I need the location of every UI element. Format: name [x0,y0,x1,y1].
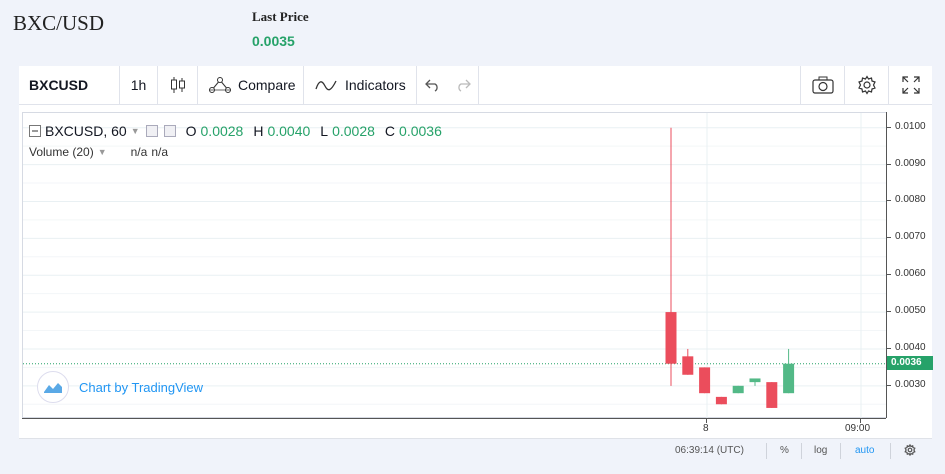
price-tick-mark [887,311,891,313]
time-tick-label: 8 [703,423,709,434]
legend-high-key: H [253,123,264,139]
volume-na-2: n/a [151,145,168,159]
volume-na-1: n/a [130,145,148,159]
candles-icon [170,76,186,94]
price-tick-label: 0.0030 [895,378,926,390]
symbol-search-button[interactable]: BXCUSD [19,66,120,104]
legend-close-value: 0.0036 [399,123,442,139]
legend-eye-icon[interactable] [145,125,158,137]
legend-settings-icon[interactable] [163,125,176,137]
chart-area: BXCUSD, 60 ▼ O 0.0028 H 0.0040 L 0.0028 C 0.… [19,112,933,438]
candle-body[interactable] [783,363,795,394]
candle-body[interactable] [715,396,727,405]
price-tick-mark [887,347,891,349]
gear-icon [857,75,877,95]
candle-body[interactable] [665,312,677,364]
chart-toolbar: BXCUSD 1h Compare Indicators [19,66,932,105]
separator [840,443,841,459]
tradingview-logo-icon [37,371,69,403]
utc-time[interactable]: 06:39:14 (UTC) [675,445,744,456]
price-tick-label: 0.0090 [895,157,926,169]
candle-body[interactable] [682,356,694,375]
percent-scale-toggle[interactable]: % [780,445,789,456]
last-price-label: Last Price [252,9,309,24]
indicators-button[interactable]: Indicators [304,66,417,104]
candle-body[interactable] [732,385,744,394]
chart-type-button[interactable] [158,66,198,104]
candle-body[interactable] [749,378,761,383]
price-tick-mark [887,237,891,239]
indicators-label: Indicators [345,77,406,93]
legend-dropdown-icon[interactable]: ▼ [131,126,140,136]
price-tick-label: 0.0050 [895,305,926,317]
redo-icon[interactable] [455,78,471,92]
time-axis[interactable]: 8 09:00 [22,418,886,438]
legend-open-value: 0.0028 [200,123,244,139]
chart-widget: BXCUSD 1h Compare Indicators BXCUSD, 60 … [19,66,933,463]
series-legend: BXCUSD, 60 ▼ O 0.0028 H 0.0040 L 0.0028 C 0.… [29,123,442,139]
legend-low-value: 0.0028 [332,123,375,139]
chart-bottom-bar: 06:39:14 (UTC) % log auto [19,438,932,463]
separator [766,443,767,459]
legend-close-key: C [384,123,396,139]
current-price-tag: 0.0036 [887,355,933,370]
candle-body[interactable] [766,382,778,408]
pair-title: BXC/USD [13,11,105,35]
compare-icon [208,76,232,94]
legend-low-key: L [320,123,329,139]
screenshot-button[interactable] [800,66,844,104]
fullscreen-button[interactable] [888,66,932,104]
compare-button[interactable]: Compare [198,66,304,104]
volume-dropdown-icon[interactable]: ▼ [98,147,107,157]
fullscreen-icon [901,76,920,94]
price-tick-label: 0.0060 [895,268,926,280]
price-tick-label: 0.0070 [895,231,926,243]
collapse-legend-icon[interactable] [29,125,41,137]
volume-legend: Volume (20) ▼ n/a n/a [29,145,168,159]
price-tick-label: 0.0040 [895,341,926,353]
interval-button[interactable]: 1h [120,66,158,104]
watermark-label: Chart by TradingView [79,379,204,395]
price-tick-label: 0.0100 [895,120,926,132]
legend-open-key: O [185,123,197,139]
price-tick-mark [887,200,891,202]
price-tick-mark [887,163,891,165]
undo-redo-group [417,66,479,104]
compare-label: Compare [238,77,296,93]
volume-label: Volume (20) [29,145,94,159]
log-scale-toggle[interactable]: log [814,445,827,456]
price-tick-label: 0.0080 [895,194,926,206]
main-pane[interactable]: BXCUSD, 60 ▼ O 0.0028 H 0.0040 L 0.0028 C 0.… [22,112,887,419]
separator [890,443,891,459]
settings-button[interactable] [844,66,888,104]
price-tick-mark [887,384,891,386]
camera-icon [811,76,834,94]
last-price-value: 0.0035 [252,33,295,49]
price-tick-mark [887,274,891,276]
tradingview-watermark[interactable]: Chart by TradingView [37,371,203,403]
time-tick-label: 09:00 [845,423,871,434]
auto-scale-toggle[interactable]: auto [855,445,874,456]
price-tick-mark [887,126,891,128]
legend-symbol: BXCUSD, 60 [45,123,127,139]
legend-high-value: 0.0040 [267,123,311,139]
price-axis[interactable]: 0.0036 0.0100 0.0090 0.0080 0.0070 0.0060 0.0… [886,112,933,418]
separator [801,443,802,459]
indicators-icon [315,78,337,92]
undo-icon[interactable] [425,78,441,92]
scale-settings-icon[interactable] [904,444,916,456]
candle-body[interactable] [699,367,711,394]
